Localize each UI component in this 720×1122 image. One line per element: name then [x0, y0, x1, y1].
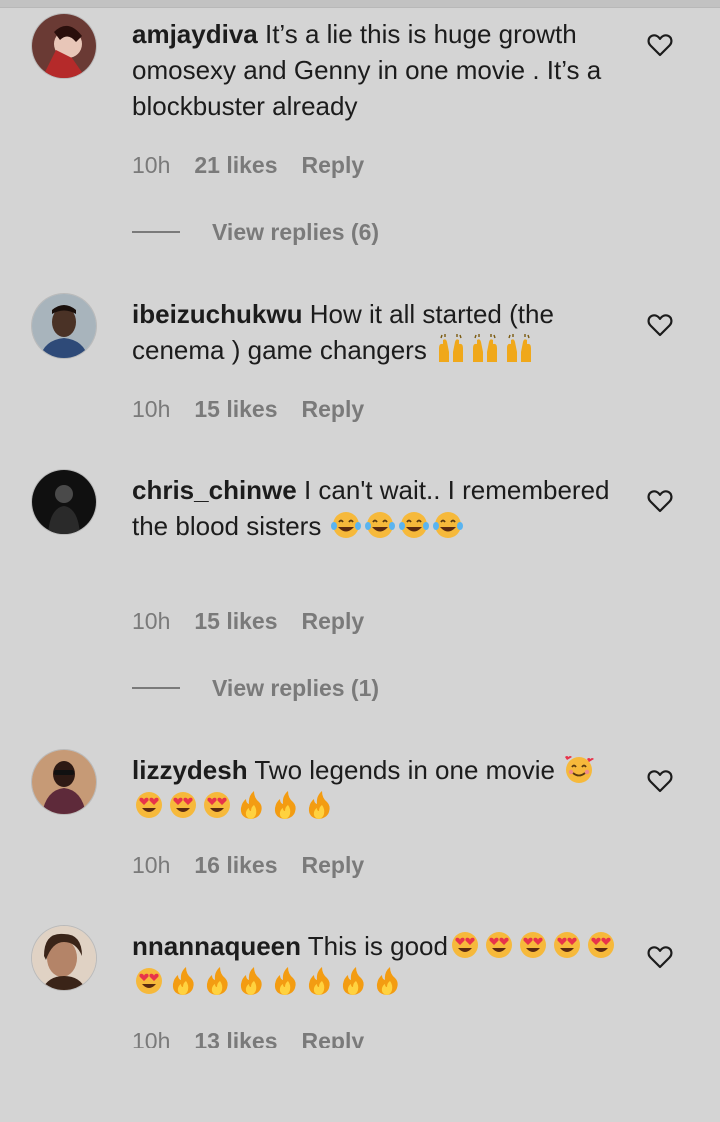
- avatar-photo: [32, 470, 96, 534]
- avatar[interactable]: [32, 14, 96, 78]
- like-heart-icon[interactable]: [647, 33, 673, 57]
- tears-of-joy-icon: [432, 512, 463, 538]
- comment-username[interactable]: lizzydesh: [132, 755, 248, 785]
- fire-icon: [240, 967, 262, 995]
- fire-icon: [206, 967, 228, 995]
- comment-body: chris_chinwe I can't wait.. I remembered…: [132, 472, 618, 544]
- avatar-photo: [32, 750, 96, 814]
- comment-likes[interactable]: 16 likes: [194, 852, 277, 878]
- comment-time: 10h: [132, 852, 171, 878]
- avatar[interactable]: [32, 750, 96, 814]
- comment-text: Two legends in one movie: [254, 755, 555, 785]
- raising-hands-icon: [507, 334, 532, 362]
- fire-icon: [274, 791, 296, 819]
- like-heart-icon[interactable]: [647, 769, 673, 793]
- comment-meta: 10h 16 likes Reply: [132, 851, 364, 879]
- scroll-clip-area: [0, 1048, 720, 1122]
- heart-eyes-icon: [553, 932, 580, 958]
- smiling-face-with-hearts-icon: [565, 756, 595, 783]
- comment-username[interactable]: chris_chinwe: [132, 475, 297, 505]
- comment-meta: 10h 15 likes Reply: [132, 395, 364, 423]
- heart-eyes-icon: [136, 792, 162, 818]
- heart-eyes-icon: [519, 932, 546, 958]
- tears-of-joy-icon: [398, 512, 429, 538]
- heart-eyes-icon: [170, 792, 196, 818]
- emoji-run: [434, 334, 536, 365]
- comment-likes[interactable]: 15 likes: [194, 396, 277, 422]
- avatar[interactable]: [32, 926, 96, 990]
- fire-icon: [274, 967, 296, 995]
- view-replies-label: View replies (6): [212, 219, 380, 245]
- comment-time: 10h: [132, 152, 171, 178]
- like-heart-icon[interactable]: [647, 945, 673, 969]
- comment-body: nnannaqueen This is good: [132, 928, 618, 1000]
- reply-button[interactable]: Reply: [302, 608, 365, 634]
- like-heart-icon[interactable]: [647, 313, 673, 337]
- heart-eyes-icon: [587, 932, 614, 958]
- avatar-photo: [32, 926, 96, 990]
- fire-icon: [308, 791, 330, 819]
- reply-button[interactable]: Reply: [302, 396, 365, 422]
- reply-button[interactable]: Reply: [302, 852, 365, 878]
- comment-body: ibeizuchukwu How it all started (the cen…: [132, 296, 618, 368]
- avatar-photo: [32, 14, 96, 78]
- like-heart-icon[interactable]: [647, 489, 673, 513]
- view-replies-line: [132, 231, 180, 233]
- heart-eyes-icon: [485, 932, 512, 958]
- raising-hands-icon: [473, 334, 498, 362]
- emoji-run: [329, 511, 465, 541]
- raising-hands-icon: [439, 334, 464, 362]
- comment-username[interactable]: nnannaqueen: [132, 931, 301, 961]
- comment-username[interactable]: ibeizuchukwu: [132, 299, 302, 329]
- comment-meta: 10h 15 likes Reply: [132, 607, 364, 635]
- tears-of-joy-icon: [330, 512, 361, 538]
- heart-eyes-icon: [451, 932, 478, 958]
- avatar-photo: [32, 294, 96, 358]
- avatar[interactable]: [32, 470, 96, 534]
- comment-body: amjaydiva It’s a lie this is huge growth…: [132, 16, 618, 124]
- comment-likes[interactable]: 15 likes: [194, 608, 277, 634]
- heart-eyes-icon: [136, 968, 162, 994]
- fire-icon: [342, 967, 364, 995]
- comment-time: 10h: [132, 608, 171, 634]
- view-replies-line: [132, 687, 180, 689]
- fire-icon: [172, 967, 194, 995]
- top-divider: [0, 0, 720, 8]
- view-replies-label: View replies (1): [212, 675, 380, 701]
- heart-eyes-icon: [204, 792, 230, 818]
- avatar[interactable]: [32, 294, 96, 358]
- comment-username[interactable]: amjaydiva: [132, 19, 258, 49]
- comment-likes[interactable]: 21 likes: [194, 152, 277, 178]
- comment-body: lizzydesh Two legends in one movie: [132, 752, 618, 824]
- fire-icon: [308, 967, 330, 995]
- comment-meta: 10h 21 likes Reply: [132, 151, 364, 179]
- comment-text: This is good: [307, 931, 448, 961]
- fire-icon: [376, 967, 398, 995]
- tears-of-joy-icon: [364, 512, 395, 538]
- comment-time: 10h: [132, 396, 171, 422]
- fire-icon: [240, 791, 262, 819]
- reply-button[interactable]: Reply: [302, 152, 365, 178]
